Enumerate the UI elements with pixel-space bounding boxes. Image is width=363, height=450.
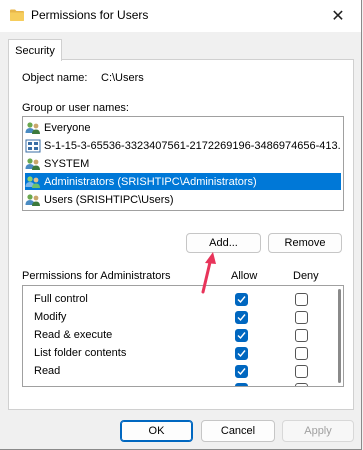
users-group-icon xyxy=(25,175,40,188)
apply-button: Apply xyxy=(282,420,354,442)
permission-name: Read & execute xyxy=(34,329,113,341)
allow-checkbox[interactable] xyxy=(235,311,248,324)
cancel-button[interactable]: Cancel xyxy=(201,420,275,442)
checkmark-icon xyxy=(237,350,246,358)
permission-name: Full control xyxy=(34,293,88,305)
tab-security[interactable]: Security xyxy=(8,39,62,61)
deny-checkbox[interactable] xyxy=(295,383,308,386)
object-name-label: Object name: xyxy=(22,72,88,84)
list-item-label: SYSTEM xyxy=(44,157,90,170)
permission-name: List folder contents xyxy=(34,347,127,359)
scroll-thumb[interactable] xyxy=(338,289,341,383)
permission-row: List folder contents xyxy=(23,345,323,363)
list-item-sid[interactable]: S-1-15-3-65536-3323407561-2172269196-348… xyxy=(25,137,341,154)
list-item-administrators[interactable]: Administrators (SRISHTIPC\Administrators… xyxy=(25,173,341,190)
permission-name: Read xyxy=(34,365,61,377)
permission-row: Read xyxy=(23,363,323,381)
permission-name: Modify xyxy=(34,311,67,323)
permissions-dialog: Permissions for Users ✕ Security Object … xyxy=(0,0,362,450)
list-item-everyone[interactable]: Everyone xyxy=(25,119,341,136)
deny-checkbox[interactable] xyxy=(295,293,308,306)
allow-header: Allow xyxy=(231,270,258,282)
allow-checkbox[interactable] xyxy=(235,365,248,378)
deny-checkbox[interactable] xyxy=(295,365,308,378)
users-group-icon xyxy=(25,193,40,206)
list-item-label: S-1-15-3-65536-3323407561-2172269196-348… xyxy=(44,139,341,152)
checkmark-icon xyxy=(237,368,246,376)
title-bar: Permissions for Users ✕ xyxy=(0,0,361,32)
users-group-icon xyxy=(25,157,40,170)
checkmark-icon xyxy=(237,314,246,322)
object-name-value: C:\Users xyxy=(101,72,144,84)
permission-row xyxy=(23,381,323,387)
users-group-icon xyxy=(25,121,40,134)
scrollbar[interactable] xyxy=(337,289,341,383)
checkmark-icon xyxy=(237,296,246,304)
allow-checkbox[interactable] xyxy=(235,293,248,306)
list-item-label: Users (SRISHTIPC\Users) xyxy=(44,193,174,206)
permissions-list: Full control Modify Read & execute List … xyxy=(22,285,344,387)
deny-checkbox[interactable] xyxy=(295,311,308,324)
sid-icon xyxy=(25,139,41,152)
close-icon: ✕ xyxy=(331,8,345,25)
allow-checkbox[interactable] xyxy=(235,347,248,360)
permission-row: Read & execute xyxy=(23,327,323,345)
checkmark-icon xyxy=(237,385,246,387)
checkmark-icon xyxy=(237,332,246,340)
ok-button[interactable]: OK xyxy=(120,420,193,442)
permission-row: Full control xyxy=(23,291,323,309)
group-user-list[interactable]: Everyone S-1-15-3-65536-3323407561-21722… xyxy=(22,116,344,211)
deny-header: Deny xyxy=(293,270,319,282)
list-item-users[interactable]: Users (SRISHTIPC\Users) xyxy=(25,191,341,208)
permission-row: Modify xyxy=(23,309,323,327)
add-button[interactable]: Add... xyxy=(186,233,261,253)
deny-checkbox[interactable] xyxy=(295,329,308,342)
group-names-label: Group or user names: xyxy=(22,102,129,114)
deny-checkbox[interactable] xyxy=(295,347,308,360)
folder-icon xyxy=(10,9,24,21)
list-item-system[interactable]: SYSTEM xyxy=(25,155,341,172)
remove-button[interactable]: Remove xyxy=(268,233,342,253)
permissions-title: Permissions for Administrators xyxy=(22,270,171,282)
close-button[interactable]: ✕ xyxy=(315,0,361,32)
window-title: Permissions for Users xyxy=(31,8,149,22)
allow-checkbox[interactable] xyxy=(235,383,248,387)
security-panel: Object name: C:\Users Group or user name… xyxy=(8,59,354,410)
list-item-label: Everyone xyxy=(44,121,91,134)
allow-checkbox[interactable] xyxy=(235,329,248,342)
list-item-label: Administrators (SRISHTIPC\Administrators… xyxy=(44,175,257,188)
